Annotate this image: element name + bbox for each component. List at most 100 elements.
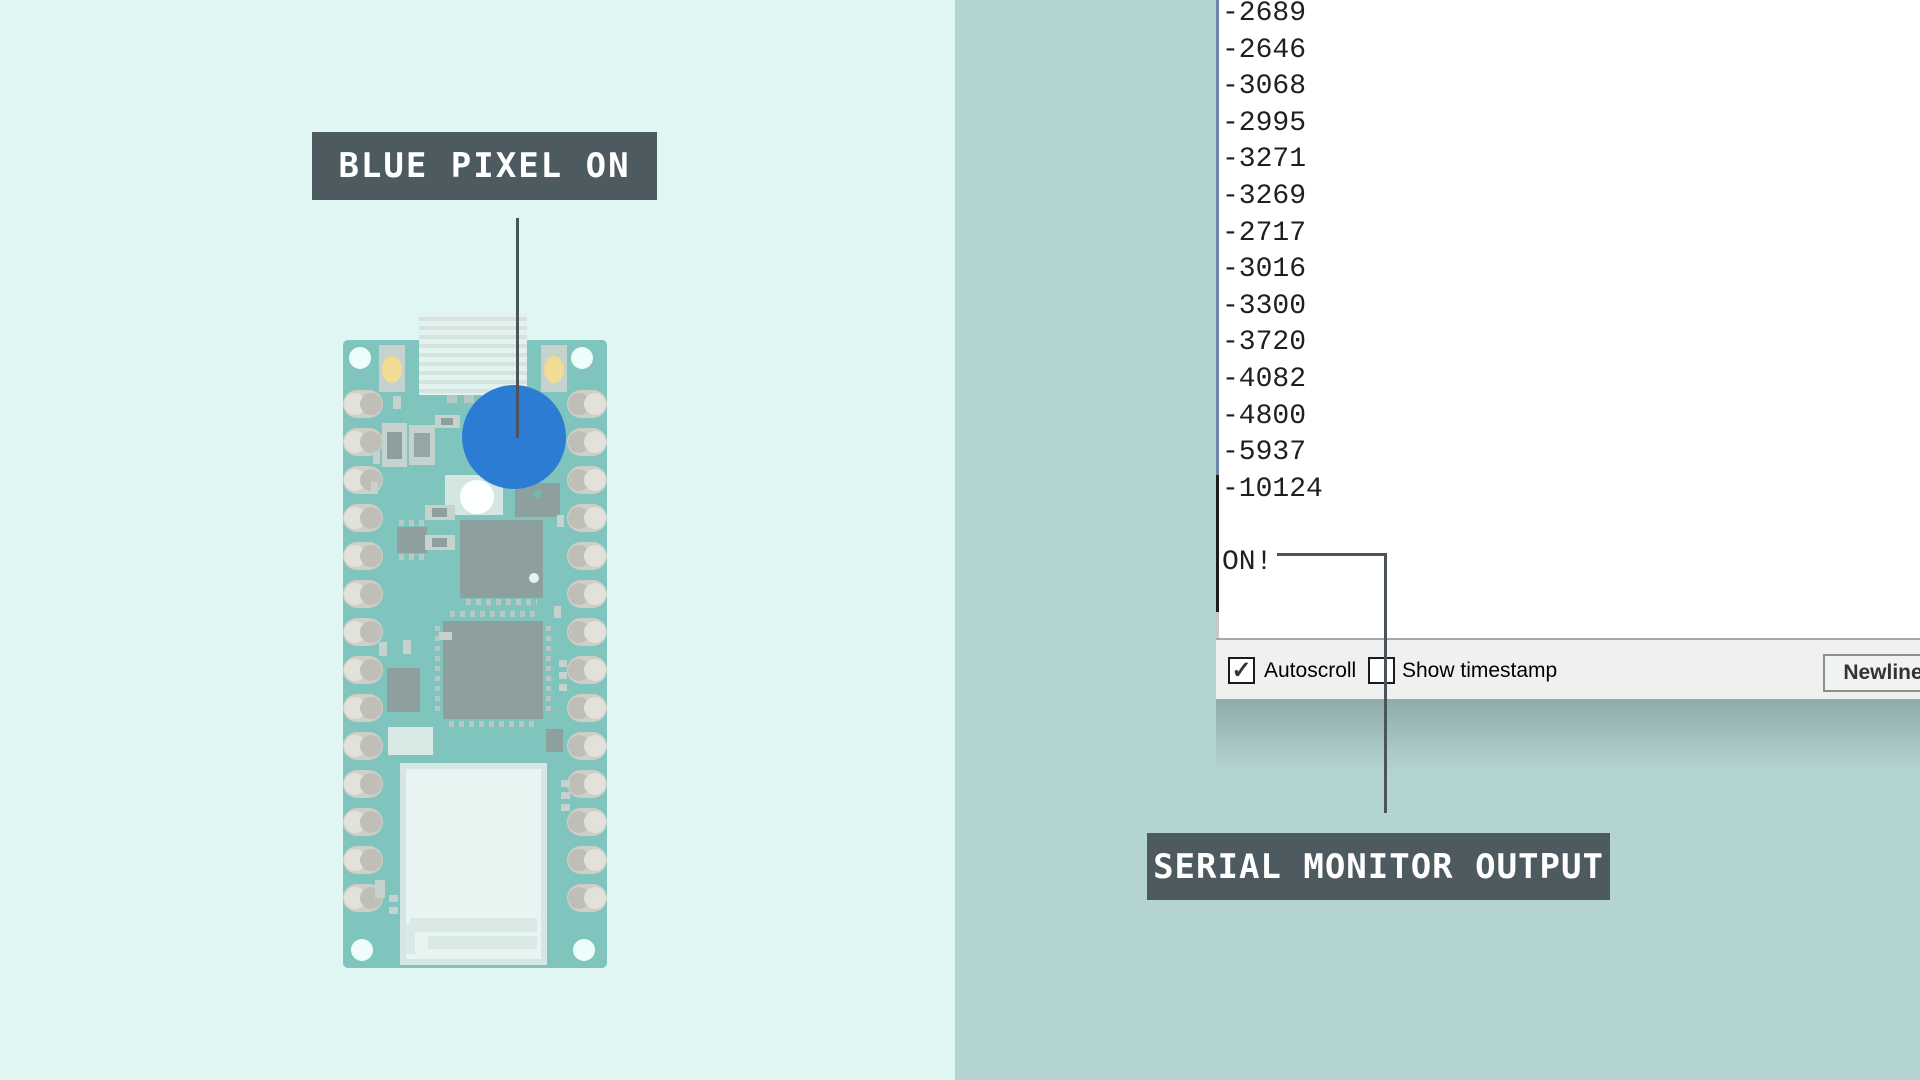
tutorial-figure: BLUE PIXEL ON: [0, 0, 1920, 1080]
serial-monitor-toolbar: ✓ Autoscroll Show timestamp Newline: [1216, 638, 1920, 699]
serial-monitor-output-label: SERIAL MONITOR OUTPUT: [1147, 833, 1610, 900]
serial-line: -10124: [1222, 472, 1323, 509]
module-detail: [428, 936, 537, 949]
pin-row: [450, 611, 540, 617]
board-component: [561, 780, 570, 787]
board-component: [379, 642, 387, 656]
yellow-led: [382, 356, 402, 383]
pin-pad: [567, 428, 607, 456]
serial-line: -3269: [1222, 179, 1323, 216]
yellow-led: [544, 356, 564, 383]
pin-pad: [343, 808, 383, 836]
board-component: [559, 672, 567, 679]
board-component: [559, 660, 567, 667]
serial-line: -3720: [1222, 325, 1323, 362]
board-component: [414, 433, 430, 457]
mcu-chip: [460, 520, 543, 598]
pin-pad: [343, 732, 383, 760]
pin-pad: [567, 580, 607, 608]
serial-output[interactable]: -2689-2646-3068-2995-3271-3269-2717-3016…: [1222, 0, 1323, 582]
serial-line: -2646: [1222, 33, 1323, 70]
pin-pad: [343, 542, 383, 570]
module-detail: [410, 918, 537, 932]
pin-pad: [567, 732, 607, 760]
regulator-chip: [387, 668, 420, 712]
board-component: [464, 395, 474, 403]
mounting-hole: [573, 939, 595, 961]
usb-connector: [419, 312, 527, 395]
pin-pad: [343, 846, 383, 874]
pointer-line-blue-pixel: [516, 218, 519, 438]
pin-pad: [567, 504, 607, 532]
serial-line: ON!: [1222, 545, 1323, 582]
pin-row: [399, 554, 425, 560]
pin-pad: [567, 694, 607, 722]
show-timestamp-checkbox[interactable]: [1368, 657, 1395, 684]
chip-pin1-dot: [529, 573, 539, 583]
pin-pad: [567, 846, 607, 874]
pin-pad: [567, 542, 607, 570]
pin-pad: [343, 656, 383, 684]
pointer-line-serial-v: [1384, 553, 1387, 813]
pointer-line-serial-h: [1277, 553, 1387, 556]
pin-pad: [343, 580, 383, 608]
serial-line: -5937: [1222, 435, 1323, 472]
serial-monitor-panel: -2689-2646-3068-2995-3271-3269-2717-3016…: [1216, 0, 1920, 699]
checkmark-icon: ✓: [1231, 656, 1251, 685]
board-component: [557, 515, 564, 527]
pin-row: [449, 721, 537, 727]
wireless-module: [400, 763, 547, 965]
mounting-hole: [351, 939, 373, 961]
chip-dot: [534, 490, 542, 498]
serial-line: -2689: [1222, 0, 1323, 33]
pin-pad: [567, 656, 607, 684]
board-component: [371, 482, 378, 494]
pin-pad: [567, 390, 607, 418]
board-component: [393, 396, 401, 409]
blue-pixel-label: BLUE PIXEL ON: [312, 132, 657, 200]
board-component: [403, 640, 411, 654]
board-component: [561, 804, 570, 811]
pin-pad: [567, 618, 607, 646]
pin-pad: [343, 694, 383, 722]
small-ic: [546, 729, 563, 752]
panel-edge: [1216, 475, 1219, 612]
radio-chip: [443, 621, 543, 719]
crystal: [388, 727, 433, 755]
board-component: [387, 432, 402, 459]
pin-pad: [343, 504, 383, 532]
serial-line: -3068: [1222, 69, 1323, 106]
board-component: [432, 508, 447, 517]
pin-pad: [343, 390, 383, 418]
rgb-led-lens: [460, 480, 494, 514]
board-component: [441, 418, 453, 425]
board-component: [389, 907, 398, 914]
board-component: [447, 395, 457, 403]
autoscroll-label: Autoscroll: [1264, 640, 1356, 701]
pin-pad: [567, 770, 607, 798]
panel-edge: [1216, 0, 1219, 475]
pin-row: [466, 599, 537, 605]
serial-line: -3016: [1222, 252, 1323, 289]
mounting-hole: [571, 347, 593, 369]
arduino-nano-board: [343, 340, 607, 968]
panel-shadow: [1216, 699, 1920, 771]
board-component: [373, 452, 380, 464]
board-component: [389, 895, 398, 902]
serial-line: -2995: [1222, 106, 1323, 143]
pin-pad: [567, 808, 607, 836]
board-component: [554, 606, 561, 618]
small-ic: [397, 527, 427, 553]
pin-row: [399, 520, 425, 526]
autoscroll-checkbox[interactable]: ✓: [1228, 657, 1255, 684]
board-component: [559, 684, 567, 691]
line-ending-dropdown[interactable]: Newline: [1823, 654, 1920, 692]
serial-line: -3300: [1222, 289, 1323, 326]
serial-line: [1222, 508, 1323, 545]
panel-edge: [1216, 612, 1219, 638]
pin-pad: [343, 770, 383, 798]
board-component: [375, 880, 385, 898]
blue-pixel-led-glow: [462, 385, 566, 489]
pin-column: [546, 626, 551, 714]
show-timestamp-label: Show timestamp: [1402, 640, 1557, 701]
